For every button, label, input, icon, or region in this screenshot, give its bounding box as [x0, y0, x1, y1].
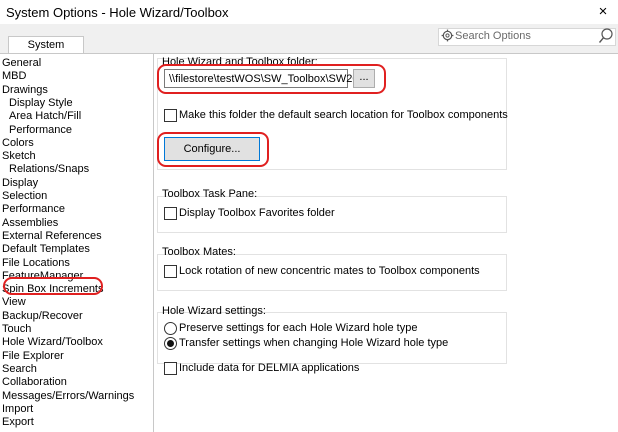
- task-pane-label: Toolbox Task Pane:: [162, 188, 258, 200]
- nav-item-display[interactable]: Display: [2, 177, 38, 190]
- search-icon[interactable]: [598, 27, 614, 45]
- close-icon: ×: [598, 3, 608, 20]
- nav-item-export[interactable]: Export: [2, 416, 34, 429]
- nav-item-mbd[interactable]: MBD: [2, 70, 26, 83]
- delmia-label: Include data for DELMIA applications: [179, 362, 360, 374]
- preserve-settings-radio[interactable]: [164, 322, 177, 335]
- highlight-ring: [3, 277, 103, 295]
- transfer-settings-radio[interactable]: [164, 337, 177, 350]
- nav-item-performance[interactable]: Performance: [2, 203, 65, 216]
- nav-item-sketch[interactable]: Sketch: [2, 150, 36, 163]
- nav-item-messages-errors-warnings[interactable]: Messages/Errors/Warnings: [2, 390, 134, 403]
- window-title: System Options - Hole Wizard/Toolbox: [6, 5, 229, 20]
- preserve-settings-label: Preserve settings for each Hole Wizard h…: [179, 322, 418, 334]
- title-bar: System Options - Hole Wizard/Toolbox ×: [0, 0, 618, 24]
- nav-item-backup-recover[interactable]: Backup/Recover: [2, 310, 83, 323]
- nav-item-colors[interactable]: Colors: [2, 137, 34, 150]
- default-search-label: Make this folder the default search loca…: [179, 109, 508, 121]
- nav-item-hole-wizard-toolbox[interactable]: Hole Wizard/Toolbox: [2, 336, 103, 349]
- default-search-checkbox[interactable]: [164, 109, 177, 122]
- favorites-checkbox[interactable]: [164, 207, 177, 220]
- nav-item-general[interactable]: General: [2, 57, 41, 70]
- lock-rotation-checkbox[interactable]: [164, 265, 177, 278]
- highlight-ring: [157, 132, 269, 167]
- options-tree: General MBD Drawings Display Style Area Hatc…: [0, 53, 154, 432]
- nav-item-drawings[interactable]: Drawings: [2, 84, 48, 97]
- nav-item-view[interactable]: View: [2, 296, 26, 309]
- hole-wizard-label: Hole Wizard settings:: [162, 305, 266, 317]
- nav-item-touch[interactable]: Touch: [2, 323, 31, 336]
- favorites-label: Display Toolbox Favorites folder: [179, 207, 335, 219]
- nav-item-collaboration[interactable]: Collaboration: [2, 376, 67, 389]
- tab-system-options[interactable]: System Options: [8, 36, 84, 68]
- search-input[interactable]: [455, 29, 585, 43]
- nav-item-file-locations[interactable]: File Locations: [2, 257, 70, 270]
- nav-item-performance[interactable]: Performance: [9, 124, 72, 137]
- nav-item-assemblies[interactable]: Assemblies: [2, 217, 58, 230]
- transfer-settings-label: Transfer settings when changing Hole Wiz…: [179, 337, 449, 349]
- gear-search-icon: [441, 29, 454, 42]
- nav-item-relations-snaps[interactable]: Relations/Snaps: [9, 163, 89, 176]
- nav-item-external-references[interactable]: External References: [2, 230, 102, 243]
- close-button[interactable]: ×: [594, 3, 612, 21]
- nav-item-selection[interactable]: Selection: [2, 190, 47, 203]
- mates-label: Toolbox Mates:: [162, 246, 236, 258]
- nav-item-import[interactable]: Import: [2, 403, 33, 416]
- nav-item-display-style[interactable]: Display Style: [9, 97, 73, 110]
- nav-item-area-hatch-fill[interactable]: Area Hatch/Fill: [9, 110, 81, 123]
- delmia-checkbox[interactable]: [164, 362, 177, 375]
- nav-item-file-explorer[interactable]: File Explorer: [2, 350, 64, 363]
- nav-item-search[interactable]: Search: [2, 363, 37, 376]
- options-content: Hole Wizard and Toolbox folder: \\filest…: [154, 53, 618, 432]
- lock-rotation-label: Lock rotation of new concentric mates to…: [179, 265, 480, 277]
- nav-item-default-templates[interactable]: Default Templates: [2, 243, 90, 256]
- highlight-ring: [157, 64, 386, 94]
